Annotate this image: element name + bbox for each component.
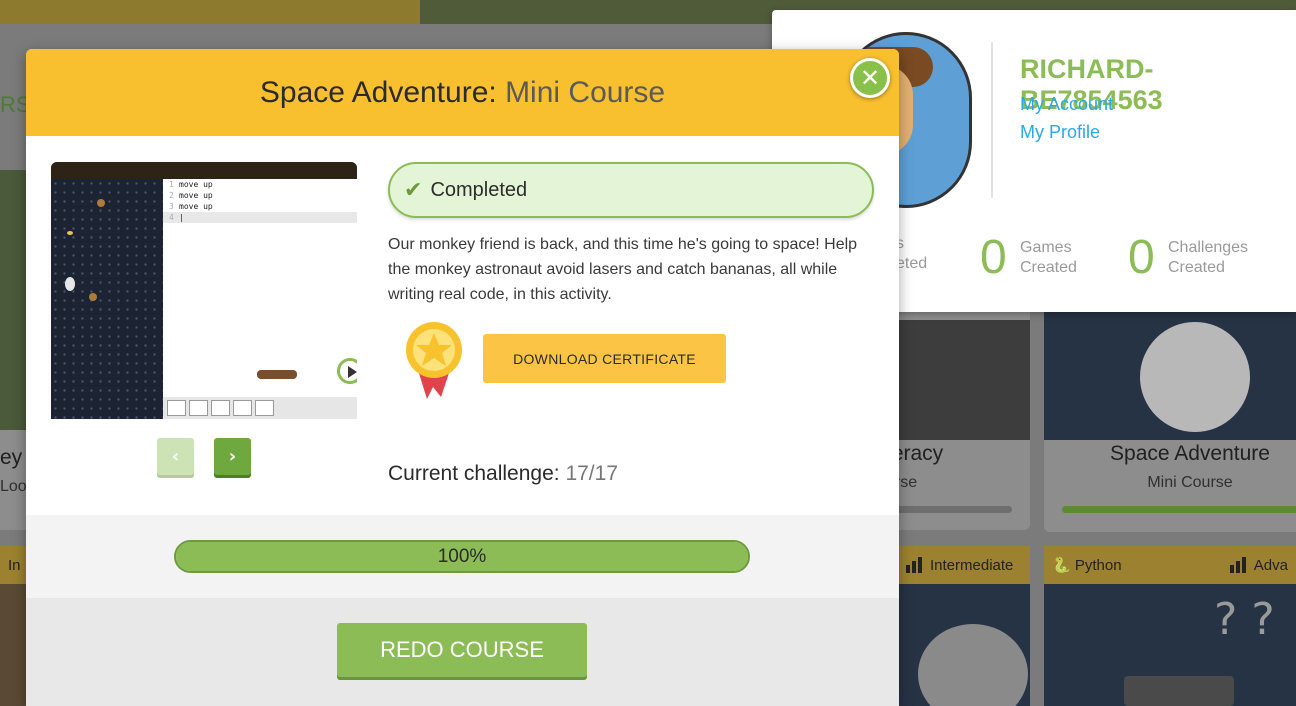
checkmark-icon: ✔ xyxy=(404,177,423,203)
completed-status-label: Completed xyxy=(430,178,528,201)
background-card-image-right: ? ? xyxy=(1044,584,1296,706)
preview-toolbox xyxy=(163,397,357,419)
stat-partial-line2: eted xyxy=(896,255,928,272)
code-line-current: 4 | xyxy=(163,212,357,223)
course-card-progress xyxy=(886,506,1012,513)
completed-status-badge: ✔ Completed xyxy=(388,162,874,218)
background-course-card-mid[interactable]: teracy urse xyxy=(880,300,1030,530)
level-label: Intermediate xyxy=(930,556,1014,574)
my-account-link[interactable]: My Account xyxy=(1020,94,1113,115)
preview-asteroid xyxy=(89,293,97,301)
preview-asteroid xyxy=(97,199,105,207)
preview-topbar xyxy=(51,162,357,179)
course-card-progress-fill xyxy=(1062,506,1296,513)
preview-astronaut xyxy=(65,277,75,291)
level-indicator: Adva xyxy=(1229,556,1288,574)
course-card-title: Space Adventure xyxy=(1110,442,1270,465)
challenges-label-line2: Created xyxy=(1168,259,1225,276)
course-progress-text: 100% xyxy=(437,545,487,567)
preview-pointing-hand xyxy=(257,370,297,379)
course-card-subtitle: Mini Course xyxy=(1147,474,1233,491)
language-label: Python xyxy=(1074,557,1122,574)
redo-section: REDO COURSE xyxy=(26,598,899,706)
level-label: In xyxy=(8,556,21,574)
code-line: 3 move up xyxy=(163,201,357,212)
current-challenge-label: Current challenge: xyxy=(388,462,560,485)
robot-illustration xyxy=(1124,676,1234,706)
tool-turn-icon xyxy=(189,400,208,416)
code-line: 1 move up xyxy=(163,179,357,190)
level-bars-icon xyxy=(906,557,922,573)
stat-partial-line1: s xyxy=(896,235,904,252)
tool-go-icon xyxy=(233,400,252,416)
preview-banana xyxy=(67,231,73,235)
redo-course-button[interactable]: REDO COURSE xyxy=(337,623,587,677)
stat-games-created: 0 Games Created xyxy=(980,234,1077,282)
question-marks-illustration: ? ? xyxy=(1214,594,1275,645)
certificate-medal-icon xyxy=(406,322,462,399)
line-number: 2 xyxy=(169,191,174,200)
course-card-subtitle: urse xyxy=(886,474,918,491)
course-card-image xyxy=(880,320,1030,440)
modal-title-main: Space Adventure: xyxy=(259,75,497,109)
course-card-image xyxy=(1044,312,1296,440)
preview-game-area xyxy=(51,179,163,419)
my-profile-link[interactable]: My Profile xyxy=(1020,122,1100,143)
modal-title: Space Adventure: Mini Course xyxy=(260,76,665,110)
tool-fight-icon xyxy=(211,400,230,416)
modal-title-sub: Mini Course xyxy=(505,75,666,109)
tool-move-icon xyxy=(167,400,186,416)
tool-down-icon xyxy=(255,400,274,416)
line-code: move up xyxy=(179,191,213,200)
profile-divider xyxy=(991,42,993,198)
level-bars-icon xyxy=(1229,557,1246,573)
chevron-right-icon: › xyxy=(228,446,237,467)
stat-challenges-created: 0 Challenges Created xyxy=(1128,234,1248,282)
close-icon: ✕ xyxy=(859,64,881,92)
stat-partial-label: s eted xyxy=(896,234,927,274)
games-created-count: 0 xyxy=(980,231,1007,284)
challenges-created-label: Challenges Created xyxy=(1168,238,1248,278)
python-icon: 🐍 xyxy=(1052,557,1075,574)
current-challenge: Current challenge: 17/17 xyxy=(388,462,618,486)
line-number: 3 xyxy=(169,202,174,211)
course-card-progress xyxy=(1062,506,1296,513)
course-preview-image: 1 move up 2 move up 3 move up 4 | xyxy=(51,162,357,419)
background-header-strip xyxy=(0,0,420,24)
elephant-illustration xyxy=(918,624,1028,706)
progress-section: 100% xyxy=(26,515,899,598)
astronaut-monkey-illustration xyxy=(1140,322,1250,432)
line-code: move up xyxy=(179,180,213,189)
challenges-created-count: 0 xyxy=(1128,231,1155,284)
background-level-tag-mid: Intermediate xyxy=(898,546,1030,584)
games-created-label: Games Created xyxy=(1020,238,1077,278)
course-card-title: teracy xyxy=(886,442,944,465)
level-label: Adva xyxy=(1253,556,1288,574)
line-number: 4 xyxy=(169,213,174,222)
course-modal: Space Adventure: Mini Course 1 move up 2m… xyxy=(26,49,899,706)
preview-code-editor: 1 move up 2 move up 3 move up 4 | xyxy=(163,179,357,397)
download-certificate-button[interactable]: DOWNLOAD CERTIFICATE xyxy=(483,334,726,383)
previous-image-button[interactable]: ‹ xyxy=(157,438,194,475)
chevron-left-icon: ‹ xyxy=(171,446,180,467)
close-modal-button[interactable]: ✕ xyxy=(850,58,890,98)
modal-header: Space Adventure: Mini Course xyxy=(26,49,899,136)
python-tag: 🐍 Python xyxy=(1052,556,1122,574)
background-level-tag-right: 🐍 Python Adva xyxy=(1044,546,1296,584)
course-description: Our monkey friend is back, and this time… xyxy=(388,236,858,303)
line-number: 1 xyxy=(169,180,174,189)
games-label-line1: Games xyxy=(1020,239,1072,256)
current-challenge-value: 17/17 xyxy=(565,462,619,485)
preview-play-icon xyxy=(337,358,357,384)
background-card-image-mid xyxy=(898,584,1030,706)
background-course-card-space-adventure[interactable]: Space Adventure Mini Course xyxy=(1044,300,1296,532)
challenges-label-line1: Challenges xyxy=(1168,239,1249,256)
stat-partial: s eted xyxy=(896,234,927,274)
games-label-line2: Created xyxy=(1020,259,1077,276)
line-code: move up xyxy=(179,202,213,211)
course-progress-bar: 100% xyxy=(174,540,750,573)
next-image-button[interactable]: › xyxy=(214,438,251,475)
code-line: 2 move up xyxy=(163,190,357,201)
